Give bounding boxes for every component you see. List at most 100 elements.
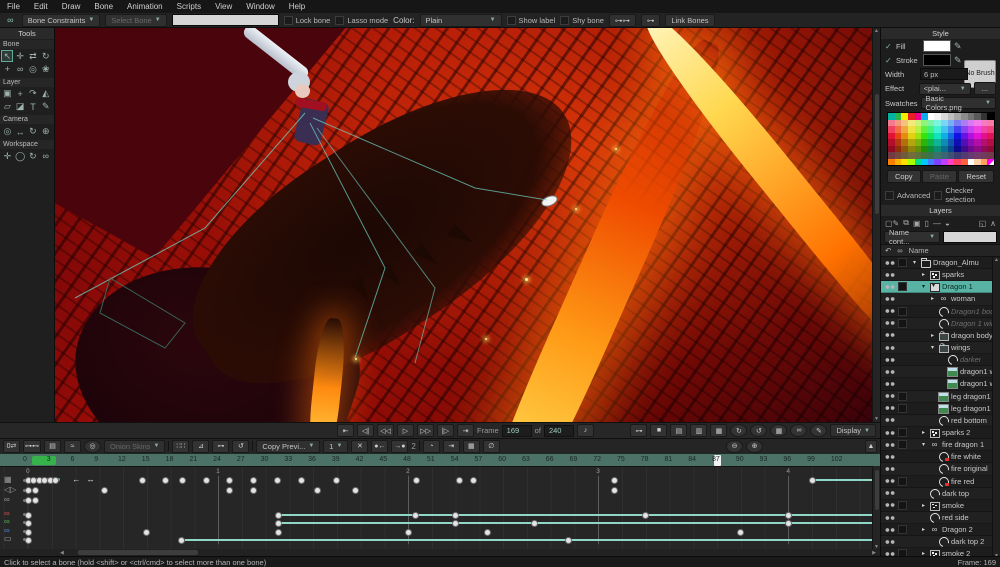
layer-row-fire-white[interactable]: fire white [881,451,1000,463]
name-column-header[interactable]: Name [909,246,929,255]
menu-draw[interactable]: Draw [55,2,88,11]
layer-checkbox[interactable] [898,525,907,534]
visibility-eyes-icon[interactable] [884,369,896,375]
color-swatch[interactable] [934,159,941,166]
total-frames-value[interactable]: 240 [544,425,574,437]
view-split4-icon[interactable]: ▦ [710,424,727,437]
keyframe-dot[interactable] [642,512,649,519]
flip-layer-tool-icon[interactable]: ◪ [14,101,26,113]
layer-row-fire-dragon-1[interactable]: ▾∞fire dragon 1 [881,439,1000,451]
checker-selection-checkbox[interactable]: Checker selection [934,186,996,204]
layer-checkbox[interactable] [898,307,907,316]
visibility-eyes-icon[interactable] [884,296,896,302]
scale-layer-tool-icon[interactable]: ◭ [40,88,52,100]
transform-bone-tool-icon[interactable]: ✛ [14,50,26,62]
transform-channel-icon[interactable]: ▦ [4,475,12,484]
layer-row-leg-dragon1-2[interactable]: leg dragon1 2 [881,403,1000,415]
translate-layer-tool-icon[interactable]: + [14,88,26,100]
zoom-workspace-tool-icon[interactable]: ◯ [14,150,26,162]
jump-end-button[interactable]: ⇥ [457,424,474,437]
new-layer-icon[interactable]: ▢✎ [885,219,899,228]
shy-bone-checkbox[interactable]: Shy bone [560,16,604,25]
layer-channel-icon[interactable]: ▭ [4,534,12,543]
visibility-eyes-icon[interactable] [884,417,896,423]
search-icon[interactable]: ◒ [945,219,950,228]
rotate-bone-tool-icon[interactable]: ↻ [40,50,52,62]
bone-dynamics-icon[interactable]: ⊶⊷ [23,440,41,453]
menu-file[interactable]: File [0,2,27,11]
layer-row-red-side[interactable]: red side [881,512,1000,524]
swatch-resize-handle[interactable] [989,160,994,165]
layer-row-dragon-1[interactable]: ▾Dragon 1 [881,281,1000,293]
expand-arrow-icon[interactable]: ▸ [920,502,927,509]
layer-row-fire-red[interactable]: fire red [881,476,1000,488]
copy-button[interactable]: Copy [887,170,921,183]
visibility-eyes-icon[interactable] [884,539,896,545]
jump-start-button[interactable]: ⇤ [337,424,354,437]
reset-button[interactable]: Reset [958,170,994,183]
keyframe-dot[interactable] [785,512,792,519]
select-bone-dropdown[interactable]: Select Bone▼ [105,14,166,27]
draw-guides-icon[interactable]: ✎ [810,424,827,437]
reset-view-icon[interactable]: ↺ [750,424,767,437]
visibility-eyes-icon[interactable] [884,466,896,472]
name-filter-dropdown[interactable]: Name cont...▼ [884,231,940,243]
keyframe-arrow-icon[interactable]: ↔ [87,475,95,484]
eraser-icon[interactable]: ∅ [483,440,500,453]
pan-tilt-camera-tool-icon[interactable]: ↔ [14,126,26,138]
bone-name-input[interactable] [172,14,279,26]
layer-checkbox[interactable] [898,477,907,486]
layer-row-darker[interactable]: darker [881,354,1000,366]
stroke-color-swatch[interactable] [923,54,951,66]
color-swatch[interactable] [895,159,902,166]
layer-row-dragon1-body[interactable]: Dragon1 body [881,306,1000,318]
prev-keyframe-button[interactable]: ◁| [357,424,374,437]
fill-color-swatch[interactable] [923,40,951,52]
visibility-eyes-icon[interactable] [884,405,896,411]
shear-layer-tool-icon[interactable]: ▱ [1,101,13,113]
keyframe-dot[interactable] [412,512,419,519]
layer-checkbox[interactable] [898,319,907,328]
film-icon[interactable]: ▦ [463,440,480,453]
keyframe-dot[interactable] [352,487,359,494]
expand-arrow-icon[interactable]: ▸ [920,429,927,436]
visibility-eyes-icon[interactable] [884,478,896,484]
timeline-tracks[interactable]: 01234←↔▦◁▷∞∞∞∞▭ [0,466,880,550]
expand-arrow-icon[interactable]: ▸ [929,332,936,339]
layer-checkbox[interactable] [898,404,907,413]
keyframe-dot[interactable] [275,512,282,519]
expand-arrow-icon[interactable]: ▾ [920,283,927,290]
visibility-eyes-icon[interactable] [884,284,896,290]
expand-arrow-icon[interactable]: ▾ [929,344,936,351]
bone-strength-tool-icon[interactable]: ◎ [27,63,39,75]
clear-keys-icon[interactable]: ✕ [351,440,368,453]
layer-checkbox[interactable] [898,258,907,267]
track-camera-tool-icon[interactable]: ◎ [1,126,13,138]
view-single-icon[interactable]: ■ [650,424,667,437]
layer-row-wings[interactable]: ▾wings [881,342,1000,354]
menu-window[interactable]: Window [239,2,281,11]
step-forward-button[interactable]: ▷▷ [417,424,434,437]
expand-arrow-icon[interactable]: ▸ [920,526,927,533]
visibility-eyes-icon[interactable] [884,527,896,533]
duplicate-layer-icon[interactable]: ⧉ [903,218,909,228]
fill-pen-icon[interactable]: ✎ [954,41,962,52]
visibility-eyes-icon[interactable] [884,332,896,338]
next-keyframe-button[interactable]: |▷ [437,424,454,437]
layer-checkbox[interactable] [898,428,907,437]
layer-row-dragon-2[interactable]: ▸∞Dragon 2 [881,524,1000,536]
menu-bone[interactable]: Bone [87,2,120,11]
panel-collapse-icon[interactable]: ∧ [990,219,996,228]
lasso-mode-checkbox[interactable]: Lasso mode [335,16,388,25]
select-bone-tool-icon[interactable]: ↖ [1,50,13,62]
keyframe-dot[interactable] [52,477,59,484]
keyframe-dot[interactable] [333,477,340,484]
keyframe-dot[interactable] [226,477,233,484]
display-dropdown[interactable]: Display▼ [830,424,876,437]
swatches-dropdown[interactable]: Basic Colors.png▼ [921,97,996,109]
layer-row-red-bottom[interactable]: red bottom [881,415,1000,427]
reference-layer-icon[interactable]: ▣ [913,219,921,228]
timeline-zoom-out-icon[interactable]: ⊖ [726,440,743,453]
keyframe-dot[interactable] [737,529,744,536]
current-frame-value[interactable]: 169 [502,425,532,437]
